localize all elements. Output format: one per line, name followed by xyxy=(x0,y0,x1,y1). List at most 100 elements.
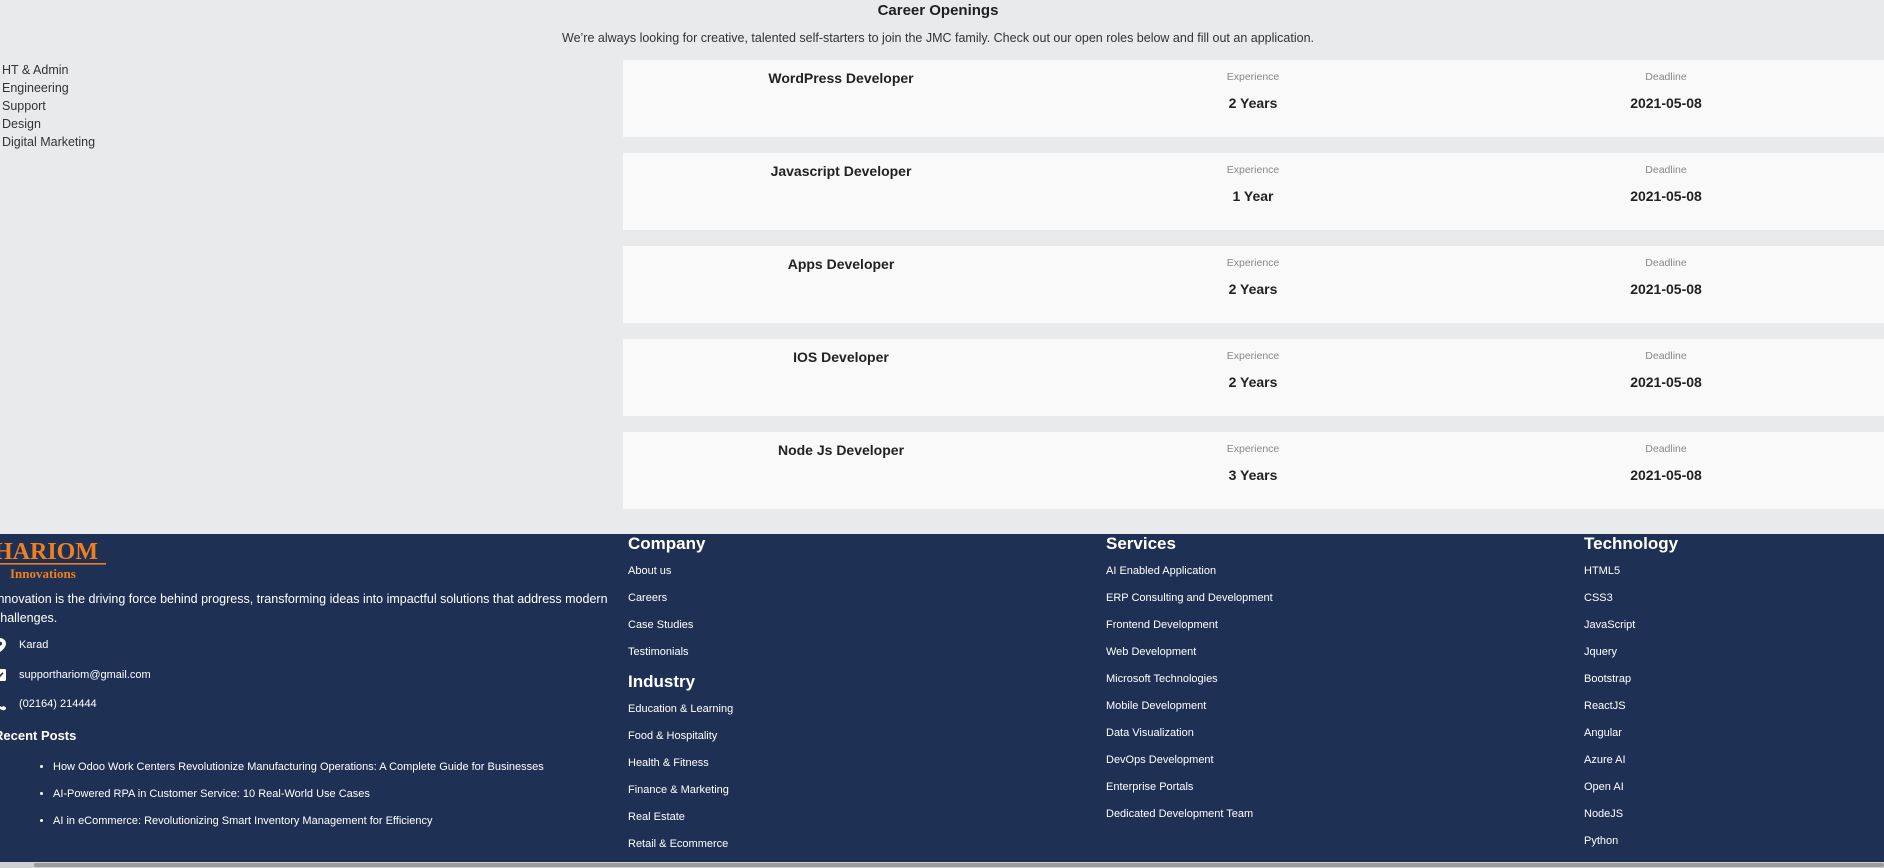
job-card[interactable]: Apps Developer Experience 2 Years Deadli… xyxy=(623,246,1884,323)
footer-link-case-studies[interactable]: Case Studies xyxy=(628,612,705,639)
job-title[interactable]: Node Js Developer xyxy=(623,442,1059,458)
footer-link-dedicated-team[interactable]: Dedicated Development Team xyxy=(1106,801,1273,828)
contact-email[interactable]: supporthariom@gmail.com xyxy=(0,668,151,682)
page-title: Career Openings xyxy=(877,2,999,19)
experience-column: Experience 2 Years xyxy=(1153,257,1353,297)
hariom-logo[interactable]: HARIOM Innovations xyxy=(0,534,114,582)
experience-column: Experience 2 Years xyxy=(1153,71,1353,111)
experience-label: Experience xyxy=(1226,164,1280,176)
job-title[interactable]: WordPress Developer xyxy=(623,70,1059,86)
recent-post-link[interactable]: AI-Powered RPA in Customer Service: 10 R… xyxy=(53,781,544,808)
footer-link-finance[interactable]: Finance & Marketing xyxy=(628,777,733,804)
footer-link-careers[interactable]: Careers xyxy=(628,585,705,612)
footer-link-azure-ai[interactable]: Azure AI xyxy=(1584,747,1678,774)
footer-link-python[interactable]: Python xyxy=(1584,828,1678,855)
footer-link-web-dev[interactable]: Web Development xyxy=(1106,639,1273,666)
recent-post-link[interactable]: AI in eCommerce: Revolutionizing Smart I… xyxy=(53,808,544,835)
footer-link-testimonials[interactable]: Testimonials xyxy=(628,639,705,666)
footer-link-ai-enabled[interactable]: AI Enabled Application xyxy=(1106,558,1273,585)
contact-phone[interactable]: (02164) 214444 xyxy=(0,697,97,711)
deadline-column: Deadline 2021-05-08 xyxy=(1566,350,1766,390)
services-heading: Services xyxy=(1106,534,1176,553)
contact-location: Karad xyxy=(0,638,48,652)
footer-link-devops[interactable]: DevOps Development xyxy=(1106,747,1273,774)
recent-posts-title: Recent Posts xyxy=(0,728,77,743)
footer-link-retail[interactable]: Retail & Ecommerce xyxy=(628,831,733,858)
footer-link-open-ai[interactable]: Open AI xyxy=(1584,774,1678,801)
category-engineering[interactable]: Engineering xyxy=(2,79,95,97)
footer-link-css3[interactable]: CSS3 xyxy=(1584,585,1678,612)
job-card[interactable]: WordPress Developer Experience 2 Years D… xyxy=(623,60,1884,137)
job-list: WordPress Developer Experience 2 Years D… xyxy=(623,60,1884,525)
careers-section: Career Openings We’re always looking for… xyxy=(0,0,1884,534)
category-design[interactable]: Design xyxy=(2,115,95,133)
footer-tagline: Innovation is the driving force behind p… xyxy=(0,592,608,625)
footer-services-column: Services AI Enabled Application ERP Cons… xyxy=(1106,534,1273,828)
logo-underline xyxy=(0,563,106,565)
job-card[interactable]: Node Js Developer Experience 3 Years Dea… xyxy=(623,432,1884,509)
footer-link-health[interactable]: Health & Fitness xyxy=(628,750,733,777)
email-link[interactable]: supporthariom@gmail.com xyxy=(19,669,151,681)
experience-value: 3 Years xyxy=(1228,467,1278,483)
job-card[interactable]: IOS Developer Experience 2 Years Deadlin… xyxy=(623,339,1884,416)
deadline-value: 2021-05-08 xyxy=(1630,467,1702,483)
footer-link-education[interactable]: Education & Learning xyxy=(628,696,733,723)
deadline-label: Deadline xyxy=(1645,164,1687,176)
footer-link-reactjs[interactable]: ReactJS xyxy=(1584,693,1678,720)
category-digital-marketing[interactable]: Digital Marketing xyxy=(2,133,95,151)
category-list: HT & Admin Engineering Support Design Di… xyxy=(2,61,95,151)
deadline-column: Deadline 2021-05-08 xyxy=(1566,257,1766,297)
deadline-label: Deadline xyxy=(1645,443,1687,455)
experience-value: 1 Year xyxy=(1232,188,1274,204)
job-title[interactable]: Javascript Developer xyxy=(623,163,1059,179)
footer-link-javascript[interactable]: JavaScript xyxy=(1584,612,1678,639)
footer-link-data-viz[interactable]: Data Visualization xyxy=(1106,720,1273,747)
job-title[interactable]: Apps Developer xyxy=(623,256,1059,272)
site-footer: HARIOM Innovations Innovation is the dri… xyxy=(0,534,1884,868)
map-pin-icon xyxy=(0,638,6,652)
experience-value: 2 Years xyxy=(1228,95,1278,111)
footer-link-enterprise[interactable]: Enterprise Portals xyxy=(1106,774,1273,801)
experience-value: 2 Years xyxy=(1228,374,1278,390)
recent-post-link[interactable]: How Odoo Work Centers Revolutionize Manu… xyxy=(53,754,544,781)
deadline-value: 2021-05-08 xyxy=(1630,281,1702,297)
experience-column: Experience 3 Years xyxy=(1153,443,1353,483)
footer-technology-column: Technology HTML5 CSS3 JavaScript Jquery … xyxy=(1584,534,1678,855)
footer-link-food[interactable]: Food & Hospitality xyxy=(628,723,733,750)
footer-link-bootstrap[interactable]: Bootstrap xyxy=(1584,666,1678,693)
experience-column: Experience 2 Years xyxy=(1153,350,1353,390)
technology-heading: Technology xyxy=(1584,534,1679,553)
recent-posts-list: How Odoo Work Centers Revolutionize Manu… xyxy=(38,754,544,835)
category-ht-admin[interactable]: HT & Admin xyxy=(2,61,95,79)
experience-column: Experience 1 Year xyxy=(1153,164,1353,204)
job-card[interactable]: Javascript Developer Experience 1 Year D… xyxy=(623,153,1884,230)
horizontal-scrollbar[interactable] xyxy=(0,862,1884,868)
experience-label: Experience xyxy=(1226,350,1280,362)
page-subtitle: We’re always looking for creative, talen… xyxy=(562,31,1314,45)
footer-industry-column: Industry Education & Learning Food & Hos… xyxy=(628,672,733,858)
footer-link-erp[interactable]: ERP Consulting and Development xyxy=(1106,585,1273,612)
deadline-value: 2021-05-08 xyxy=(1630,95,1702,111)
deadline-label: Deadline xyxy=(1645,257,1687,269)
phone-icon xyxy=(0,697,6,711)
footer-link-jquery[interactable]: Jquery xyxy=(1584,639,1678,666)
logo-subtitle: Innovations xyxy=(10,566,76,581)
footer-link-html5[interactable]: HTML5 xyxy=(1584,558,1678,585)
deadline-value: 2021-05-08 xyxy=(1630,188,1702,204)
scrollbar-thumb[interactable] xyxy=(34,863,1884,867)
experience-label: Experience xyxy=(1226,71,1280,83)
footer-link-real-estate[interactable]: Real Estate xyxy=(628,804,733,831)
footer-link-microsoft[interactable]: Microsoft Technologies xyxy=(1106,666,1273,693)
envelope-icon xyxy=(0,668,6,682)
footer-company-column: Company About us Careers Case Studies Te… xyxy=(628,534,705,666)
footer-link-angular[interactable]: Angular xyxy=(1584,720,1678,747)
job-title[interactable]: IOS Developer xyxy=(623,349,1059,365)
phone-text[interactable]: (02164) 214444 xyxy=(19,698,97,710)
category-support[interactable]: Support xyxy=(2,97,95,115)
deadline-value: 2021-05-08 xyxy=(1630,374,1702,390)
footer-link-about-us[interactable]: About us xyxy=(628,558,705,585)
footer-link-frontend[interactable]: Frontend Development xyxy=(1106,612,1273,639)
footer-link-nodejs[interactable]: NodeJS xyxy=(1584,801,1678,828)
deadline-label: Deadline xyxy=(1645,71,1687,83)
footer-link-mobile[interactable]: Mobile Development xyxy=(1106,693,1273,720)
